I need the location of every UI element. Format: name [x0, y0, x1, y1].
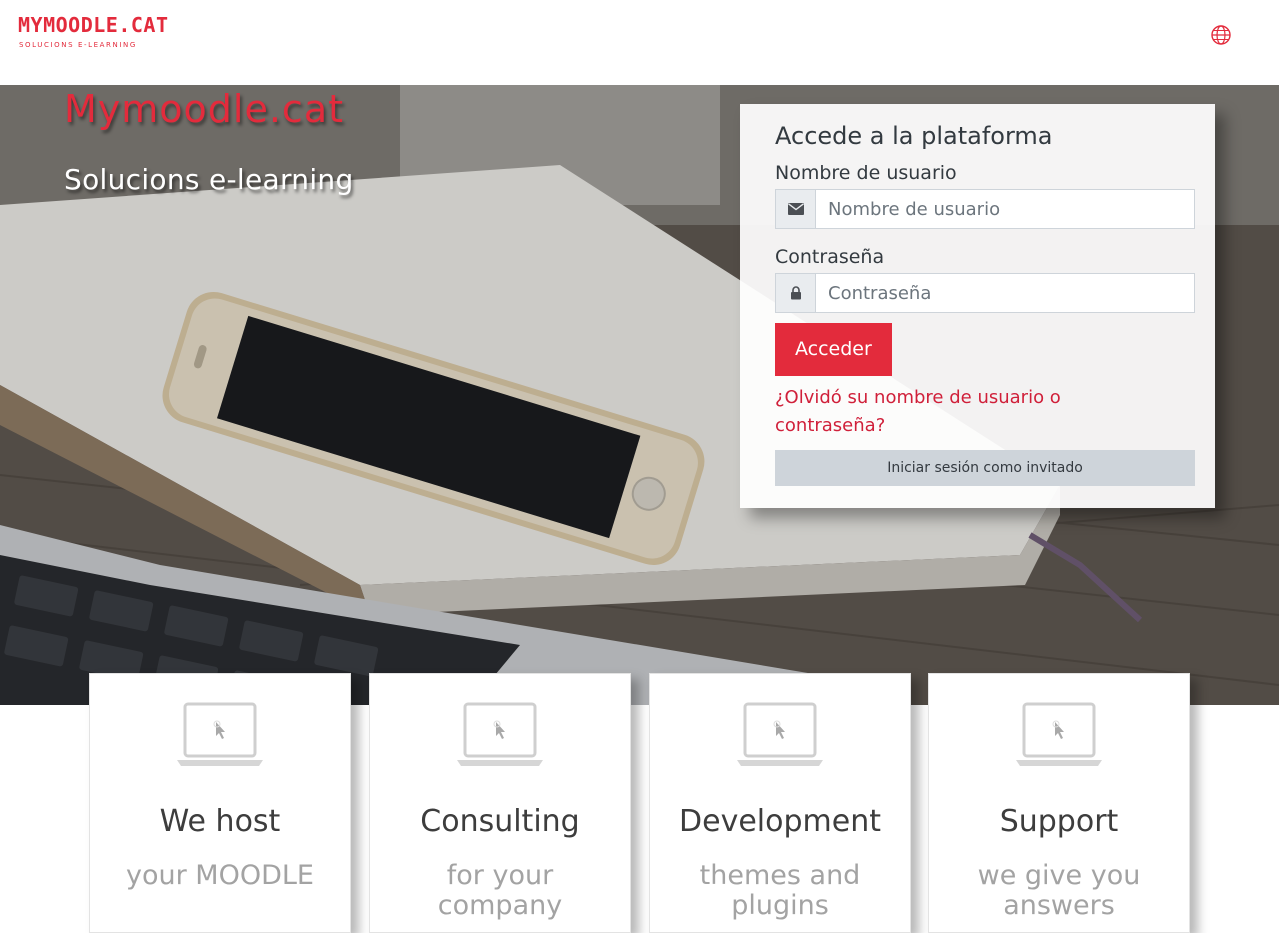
feature-title: Development	[679, 804, 881, 839]
feature-card-consulting: Consulting for your company	[369, 673, 631, 933]
guest-login-button[interactable]: Iniciar sesión como invitado	[775, 450, 1195, 486]
username-group	[775, 189, 1195, 229]
hero-subtitle: Solucions e-learning	[64, 163, 354, 196]
laptop-icon	[457, 702, 543, 766]
site-header: MYMOODLE.CAT SOLUCIONS E-LEARNING	[0, 0, 1279, 86]
feature-card-support: Support we give you answers	[928, 673, 1190, 933]
username-input[interactable]	[815, 189, 1195, 229]
username-label: Nombre de usuario	[775, 162, 957, 184]
envelope-icon	[775, 189, 815, 229]
logo-tagline: SOLUCIONS E-LEARNING	[19, 41, 137, 49]
logo-text: MYMOODLE.CAT	[18, 13, 169, 37]
feature-text: for your company	[437, 860, 563, 921]
login-title: Accede a la plataforma	[775, 122, 1053, 150]
feature-text: we give you answers	[977, 860, 1141, 921]
forgot-password-link[interactable]: ¿Olvidó su nombre de usuario o contraseñ…	[775, 384, 1115, 440]
password-group	[775, 273, 1195, 313]
laptop-icon	[737, 702, 823, 766]
password-input[interactable]	[815, 273, 1195, 313]
feature-title: Consulting	[420, 804, 580, 839]
laptop-icon	[177, 702, 263, 766]
feature-title: We host	[159, 804, 281, 839]
globe-icon[interactable]	[1210, 24, 1232, 46]
site-logo[interactable]: MYMOODLE.CAT SOLUCIONS E-LEARNING	[18, 13, 169, 49]
hero-title: Mymoodle.cat	[64, 87, 345, 131]
feature-text: themes and plugins	[699, 860, 861, 921]
feature-card-development: Development themes and plugins	[649, 673, 911, 933]
feature-title: Support	[999, 804, 1119, 839]
feature-card-hosting: We host your MOODLE	[89, 673, 351, 933]
password-label: Contraseña	[775, 246, 885, 268]
login-panel: Accede a la plataforma Nombre de usuario…	[740, 104, 1215, 508]
login-button[interactable]: Acceder	[775, 323, 892, 376]
feature-text: your MOODLE	[126, 860, 314, 891]
laptop-icon	[1016, 702, 1102, 766]
lock-icon	[775, 273, 815, 313]
